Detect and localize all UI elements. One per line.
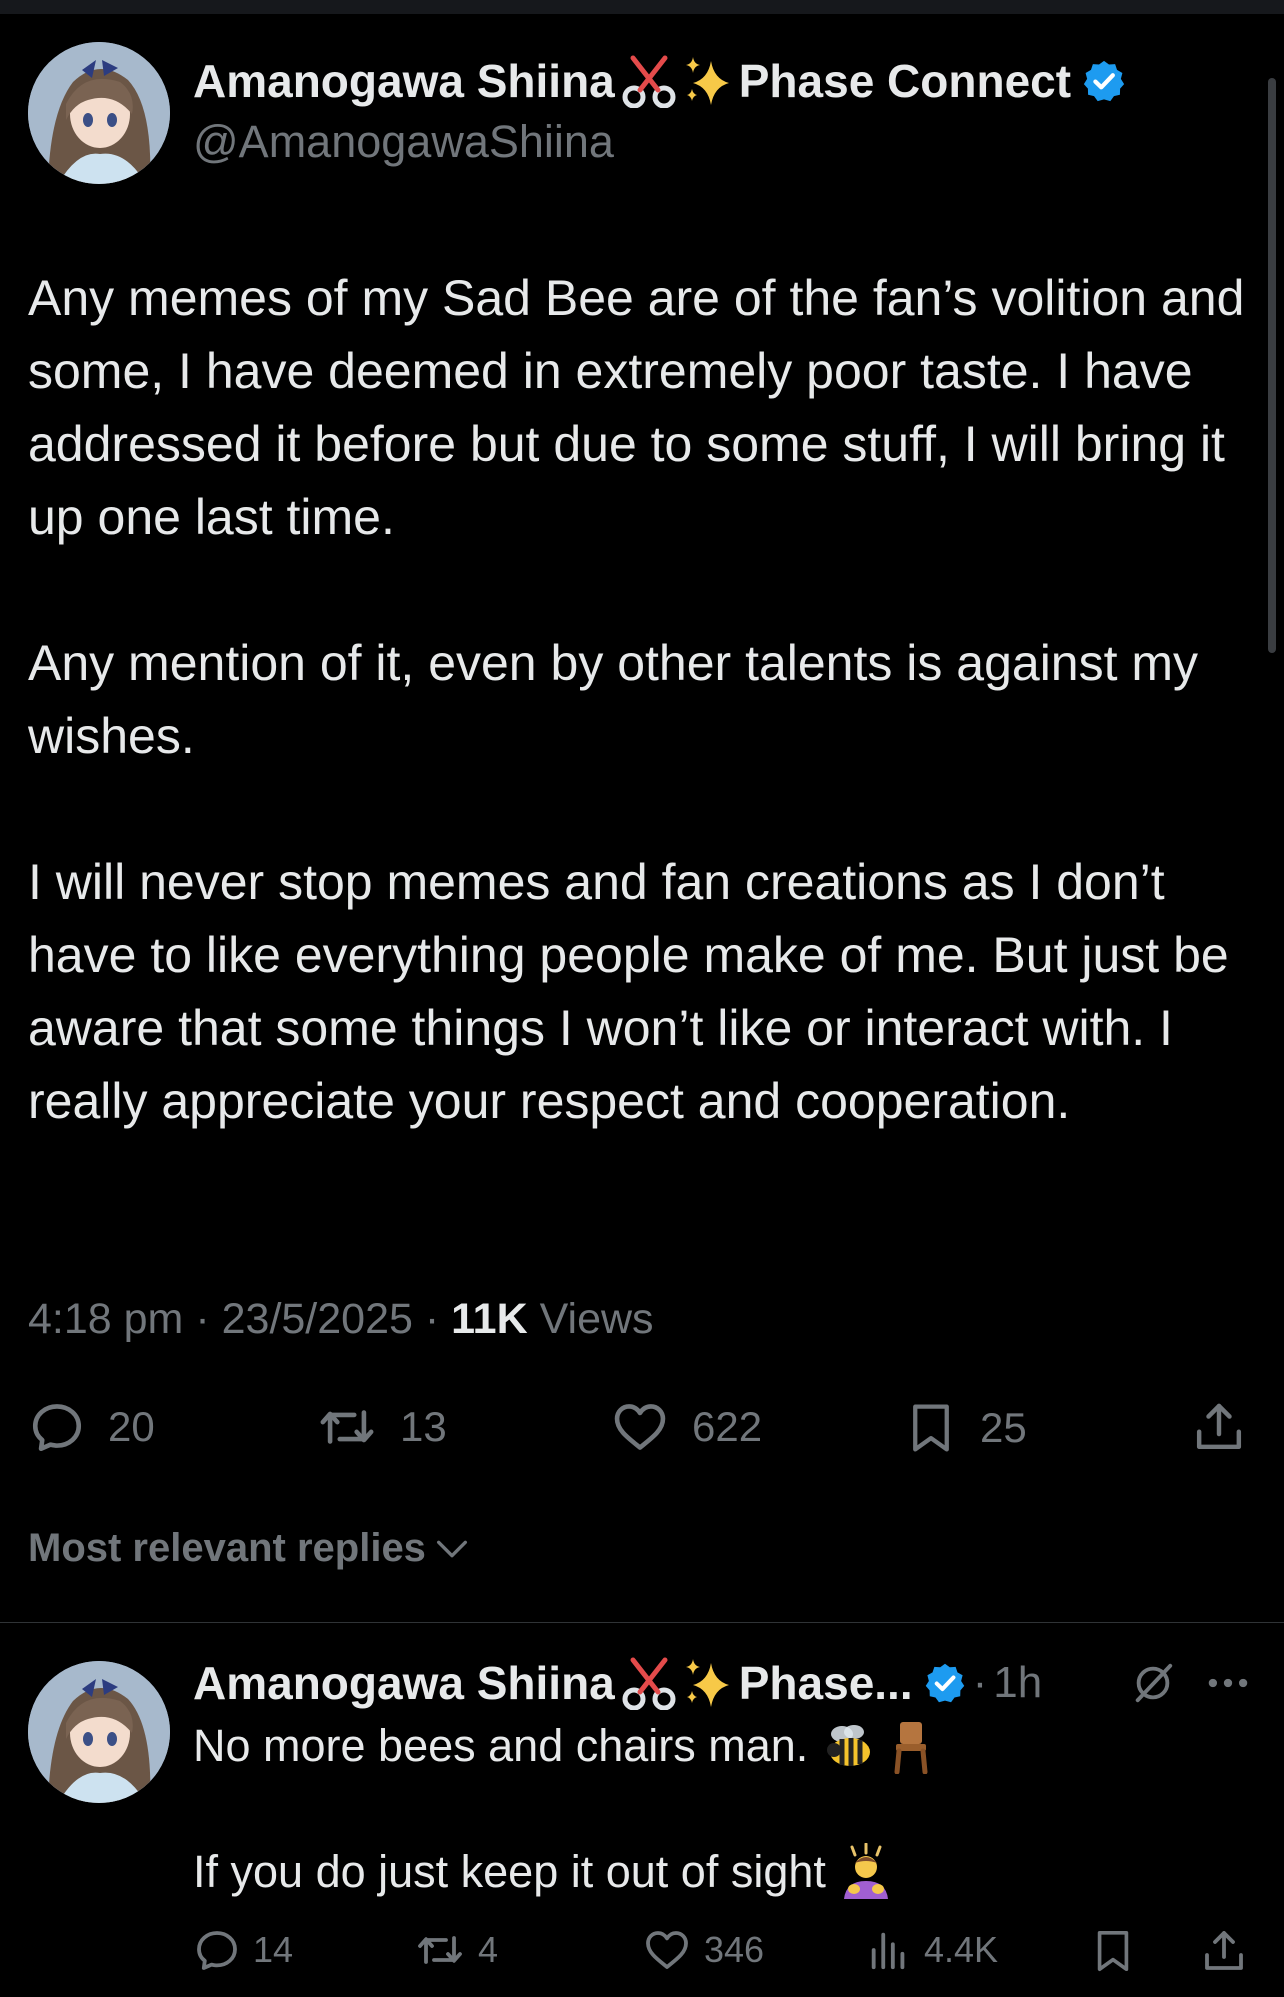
- reply-author-row[interactable]: Amanogawa Shiina Phase... · 1h: [193, 1656, 1042, 1710]
- author-affiliation[interactable]: Phase Connect: [739, 54, 1071, 108]
- tweet-text: Any memes of my Sad Bee are of the fan’s…: [28, 262, 1258, 1138]
- heart-icon: [646, 1931, 688, 1969]
- views-label: Views: [539, 1295, 654, 1343]
- reply-bookmark-button[interactable]: [1090, 1926, 1136, 1976]
- repost-button[interactable]: 13: [316, 1398, 447, 1456]
- share-button[interactable]: [1191, 1398, 1247, 1456]
- sparkles-icon: [683, 55, 733, 107]
- divider: [0, 1622, 1284, 1623]
- reply-line-1: No more bees and chairs man.: [193, 1718, 936, 1774]
- reply-views-button[interactable]: 4.4K: [866, 1926, 998, 1974]
- author-name-row[interactable]: Amanogawa Shiina Phase Connect: [193, 54, 1127, 108]
- replies-sort-dropdown[interactable]: Most relevant replies: [28, 1526, 472, 1571]
- tweet-date[interactable]: 23/5/2025: [222, 1295, 413, 1343]
- share-icon: [1205, 1931, 1243, 1970]
- reply-like-count: 346: [704, 1929, 765, 1970]
- reply-line-2: If you do just keep it out of sight: [193, 1843, 894, 1901]
- repost-icon: [418, 1936, 462, 1964]
- reply-text-1: No more bees and chairs man.: [193, 1720, 809, 1771]
- chevron-down-icon: [436, 1540, 467, 1557]
- grok-button[interactable]: [1130, 1660, 1176, 1706]
- scissors-icon: [621, 54, 677, 108]
- tweet-time[interactable]: 4:18 pm: [28, 1295, 183, 1343]
- chair-icon: [886, 1718, 936, 1774]
- bookmark-icon: [1097, 1930, 1129, 1972]
- repost-icon: [320, 1410, 374, 1444]
- like-button[interactable]: 622: [610, 1398, 762, 1456]
- avatar[interactable]: [28, 42, 170, 184]
- reply-avatar[interactable]: [28, 1661, 170, 1803]
- grok-icon: [1135, 1663, 1173, 1703]
- repost-count: 13: [400, 1403, 447, 1450]
- more-button[interactable]: [1205, 1666, 1251, 1700]
- bookmark-icon: [913, 1404, 949, 1452]
- reply-author-name[interactable]: Amanogawa Shiina: [193, 1656, 615, 1710]
- bookmark-count: 25: [980, 1404, 1027, 1451]
- reply-reply-count: 14: [253, 1929, 294, 1970]
- author-name[interactable]: Amanogawa Shiina: [193, 54, 615, 108]
- reply-repost-button[interactable]: 4: [414, 1926, 498, 1974]
- bookmark-button[interactable]: 25: [904, 1398, 1027, 1458]
- scrollbar[interactable]: [1268, 78, 1276, 653]
- views-count: 11K: [451, 1295, 528, 1343]
- views-icon: [871, 1932, 905, 1970]
- bee-icon: [822, 1718, 878, 1774]
- reply-time-separator: ·: [972, 1658, 988, 1707]
- reply-icon: [197, 1931, 237, 1970]
- tweet-paragraph-2: Any mention of it, even by other talents…: [28, 635, 1199, 764]
- person-bowing-icon: [838, 1843, 894, 1901]
- reply-icon: [32, 1404, 82, 1452]
- verified-badge-icon[interactable]: [923, 1661, 967, 1705]
- reply-text-2: If you do just keep it out of sight: [193, 1846, 826, 1897]
- author-handle[interactable]: @AmanogawaShiina: [193, 116, 614, 168]
- reply-like-button[interactable]: 346: [642, 1926, 764, 1974]
- tweet-meta: 4:18 pm · 23/5/2025 · 11K Views: [28, 1295, 654, 1343]
- tweet-paragraph-1: Any memes of my Sad Bee are of the fan’s…: [28, 270, 1245, 545]
- sparkles-icon: [683, 1657, 733, 1709]
- share-icon: [1196, 1403, 1242, 1450]
- top-bar: [0, 0, 1284, 14]
- heart-icon: [614, 1404, 666, 1450]
- more-icon: [1208, 1678, 1248, 1688]
- scissors-icon: [621, 1656, 677, 1710]
- verified-badge-icon[interactable]: [1081, 58, 1127, 104]
- reply-author-affiliation[interactable]: Phase...: [739, 1656, 913, 1710]
- replies-sort-label: Most relevant replies: [28, 1526, 426, 1570]
- tweet-paragraph-3: I will never stop memes and fan creation…: [28, 854, 1229, 1129]
- reply-time[interactable]: 1h: [993, 1658, 1042, 1708]
- reply-count: 20: [108, 1403, 155, 1450]
- reply-button[interactable]: 20: [28, 1398, 155, 1456]
- reply-share-button[interactable]: [1200, 1926, 1248, 1976]
- like-count: 622: [692, 1403, 763, 1450]
- reply-repost-count: 4: [478, 1929, 499, 1970]
- reply-views-count: 4.4K: [924, 1929, 999, 1970]
- reply-reply-button[interactable]: 14: [193, 1926, 293, 1974]
